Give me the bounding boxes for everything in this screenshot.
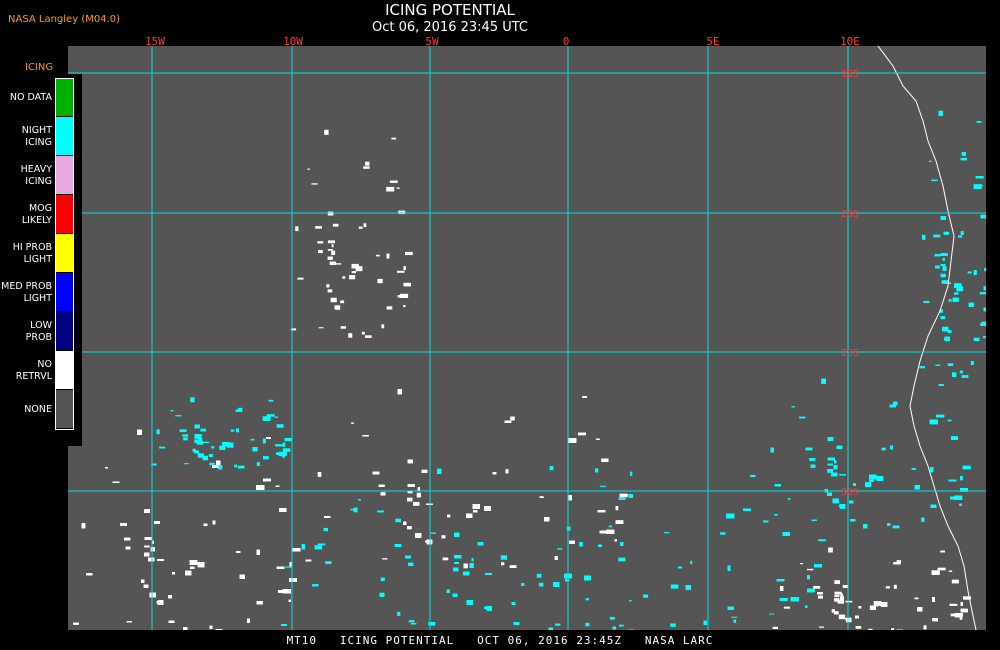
legend-label: LOW PROB <box>25 319 52 343</box>
lat-label-20s: 20S <box>841 209 859 220</box>
lat-label-30s: 30S <box>841 487 859 498</box>
lat-label-25s: 25S <box>841 348 859 359</box>
legend-label: HEAVY ICING <box>20 163 52 187</box>
legend-label: MOG LIKELY <box>21 202 52 226</box>
legend-title: ICING <box>25 62 54 73</box>
legend-label: NIGHT ICING <box>21 124 52 148</box>
map-datetime: Oct 06, 2016 23:45 UTC <box>372 20 528 35</box>
legend-label: HI PROB LIGHT <box>12 241 52 265</box>
legend-label: MED PROB LIGHT <box>1 280 52 304</box>
legend-label: NO DATA <box>9 91 52 103</box>
map-title: ICING POTENTIAL <box>385 1 515 19</box>
legend-label: NO RETRVL <box>15 358 52 382</box>
lat-label-15s: 15S <box>841 69 859 80</box>
legend-label: NONE <box>24 403 52 415</box>
icing-map: 15S 20S 25S 30S <box>68 0 993 634</box>
legend-frame <box>55 78 74 430</box>
icing-map-canvas: 15S 20S 25S 30S <box>68 0 993 634</box>
footer-caption: MT10 ICING POTENTIAL OCT 06, 2016 23:45Z… <box>286 634 714 647</box>
